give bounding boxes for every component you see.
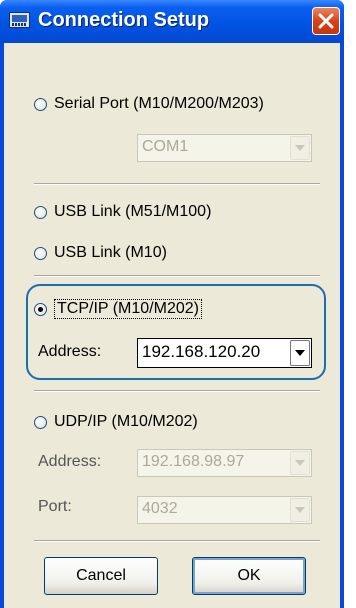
udp-address-combo[interactable]: 192.168.98.97 [137, 449, 312, 477]
cancel-button[interactable]: Cancel [44, 557, 158, 595]
usb-link-m10-radio[interactable] [34, 246, 47, 260]
chevron-down-icon[interactable] [290, 498, 310, 522]
window-title: Connection Setup [38, 9, 210, 31]
udp-address-value: 192.168.98.97 [142, 453, 245, 470]
udp-port-combo[interactable]: 4032 [137, 496, 312, 524]
udp-ip-radio[interactable] [34, 415, 47, 429]
usb-link-m51-label: USB Link (M51/M100) [54, 203, 212, 220]
udp-ip-option[interactable]: UDP/IP (M10/M202) [34, 413, 198, 431]
serial-port-radio[interactable] [34, 97, 47, 111]
tcp-ip-highlight-outline [26, 284, 326, 380]
separator [34, 540, 320, 542]
udp-port-label: Port: [38, 498, 72, 515]
serial-port-option[interactable]: Serial Port (M10/M200/M203) [34, 95, 264, 113]
separator [34, 183, 320, 185]
usb-link-m51-option[interactable]: USB Link (M51/M100) [34, 203, 211, 221]
chevron-down-icon[interactable] [290, 136, 310, 160]
serial-port-combo[interactable]: COM1 [137, 134, 312, 162]
close-icon [318, 13, 334, 29]
udp-ip-label: UDP/IP (M10/M202) [54, 413, 198, 430]
serial-port-value: COM1 [142, 138, 189, 155]
udp-address-label: Address: [38, 453, 102, 470]
usb-link-m10-option[interactable]: USB Link (M10) [34, 244, 167, 262]
chevron-down-icon[interactable] [290, 451, 310, 475]
separator [34, 275, 320, 277]
connection-setup-icon [9, 12, 30, 28]
title-bar[interactable]: Connection Setup [0, 0, 344, 43]
serial-port-label: Serial Port (M10/M200/M203) [54, 95, 264, 112]
usb-link-m51-radio[interactable] [34, 205, 47, 219]
separator [34, 390, 320, 392]
udp-port-value: 4032 [142, 500, 178, 517]
usb-link-m10-label: USB Link (M10) [54, 244, 167, 261]
ok-button[interactable]: OK [192, 557, 306, 595]
close-button[interactable] [312, 7, 340, 35]
